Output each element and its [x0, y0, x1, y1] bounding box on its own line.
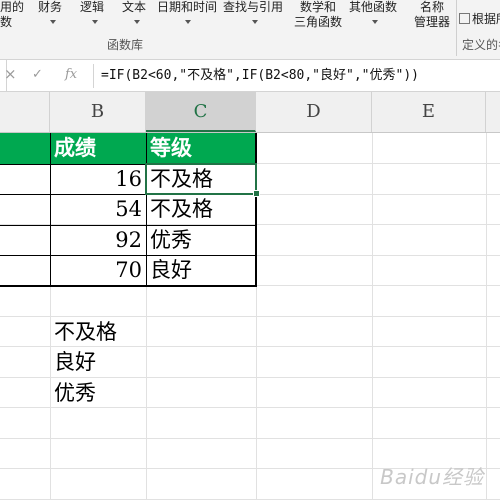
column-header-a[interactable]	[0, 92, 50, 132]
math-trig-label: 数学和	[300, 0, 337, 14]
cell-b7[interactable]: 不及格	[50, 317, 170, 347]
date-time-dropdown-icon	[185, 20, 191, 24]
cell-b4[interactable]: 92	[50, 225, 146, 255]
column-header-e[interactable]: E	[372, 92, 486, 132]
cell-b9[interactable]: 优秀	[50, 378, 170, 408]
name-manager-button[interactable]: 名称 管理器	[414, 0, 450, 30]
recent-functions-label-2: 数	[0, 15, 13, 29]
column-header-d[interactable]: D	[256, 92, 372, 132]
table-border	[0, 255, 256, 256]
financial-dropdown-icon	[50, 20, 56, 24]
gridline	[372, 133, 373, 500]
recent-functions-label: 用的	[0, 0, 25, 14]
cancel-icon[interactable]: ×	[4, 65, 17, 83]
function-library-group-label: 函数库	[107, 38, 144, 52]
create-from-selection-label: 根据所	[472, 12, 500, 26]
cell-b2[interactable]: 16	[50, 164, 146, 194]
create-from-selection-icon	[459, 13, 470, 24]
table-border	[50, 133, 51, 287]
logical-dropdown-icon	[92, 20, 98, 24]
table-border	[255, 133, 257, 287]
more-functions-button[interactable]: 其他函数	[349, 0, 397, 15]
more-functions-dropdown-icon	[372, 20, 378, 24]
ribbon: 用的 数 财务 逻辑 文本 日期和时间 查找与引用 数学和 三角函数 其他函数 …	[0, 0, 500, 59]
fill-handle[interactable]	[253, 190, 260, 197]
cell-c3[interactable]: 不及格	[146, 194, 256, 224]
column-header-b[interactable]: B	[50, 92, 146, 132]
cell-c5[interactable]: 良好	[146, 255, 256, 285]
column-header-c[interactable]: C	[146, 92, 256, 132]
cell-c1-header[interactable]: 等级	[146, 133, 256, 164]
math-trig-label-2: 三角函数	[294, 15, 343, 29]
cell-b5[interactable]: 70	[50, 255, 146, 285]
column-headers: B C D E	[0, 92, 500, 133]
lookup-reference-dropdown-icon	[252, 20, 258, 24]
name-manager-label: 名称	[420, 0, 445, 14]
financial-button[interactable]: 财务	[38, 0, 62, 15]
cell-b3[interactable]: 54	[50, 194, 146, 224]
logical-label: 逻辑	[80, 0, 105, 14]
name-manager-label-2: 管理器	[414, 15, 451, 29]
enter-icon[interactable]: ✓	[32, 67, 43, 82]
create-from-selection-button[interactable]: 根据所	[459, 12, 500, 27]
math-trig-button[interactable]: 数学和 三角函数	[294, 0, 342, 30]
ribbon-divider	[456, 0, 457, 56]
text-label: 文本	[122, 0, 147, 14]
date-time-label: 日期和时间	[157, 0, 218, 14]
active-cell-selection[interactable]	[145, 163, 257, 195]
text-dropdown-icon	[134, 20, 140, 24]
table-border	[0, 285, 256, 287]
defined-names-group-label: 定义的名	[462, 38, 500, 52]
insert-function-icon[interactable]: fx	[65, 67, 77, 82]
recent-functions-button[interactable]: 用的 数	[0, 0, 24, 30]
cell-a1[interactable]	[0, 133, 50, 164]
formula-input[interactable]: =IF(B2<60,"不及格",IF(B2<80,"良好","优秀"))	[101, 60, 419, 91]
cell-b1-header[interactable]: 成绩	[50, 133, 146, 164]
formula-bar: × ✓ fx =IF(B2<60,"不及格",IF(B2<80,"良好","优秀…	[0, 59, 500, 92]
table-border	[0, 225, 256, 226]
cell-b8[interactable]: 良好	[50, 347, 170, 377]
gridline	[486, 133, 487, 500]
table-border	[146, 133, 147, 287]
formula-bar-divider	[93, 64, 94, 88]
logical-button[interactable]: 逻辑	[80, 0, 104, 15]
date-time-button[interactable]: 日期和时间	[157, 0, 217, 15]
lookup-reference-button[interactable]: 查找与引用	[223, 0, 283, 15]
cell-c4[interactable]: 优秀	[146, 225, 256, 255]
lookup-reference-label: 查找与引用	[223, 0, 284, 14]
spreadsheet-grid[interactable]: 成绩 等级 16 不及格 54 不及格 92 优秀 70 良好 不及格 良好 优…	[0, 133, 500, 500]
financial-label: 财务	[38, 0, 63, 14]
more-functions-label: 其他函数	[349, 0, 398, 14]
gridline	[0, 438, 500, 439]
watermark: Baidu经验	[380, 465, 484, 489]
text-button[interactable]: 文本	[122, 0, 146, 15]
